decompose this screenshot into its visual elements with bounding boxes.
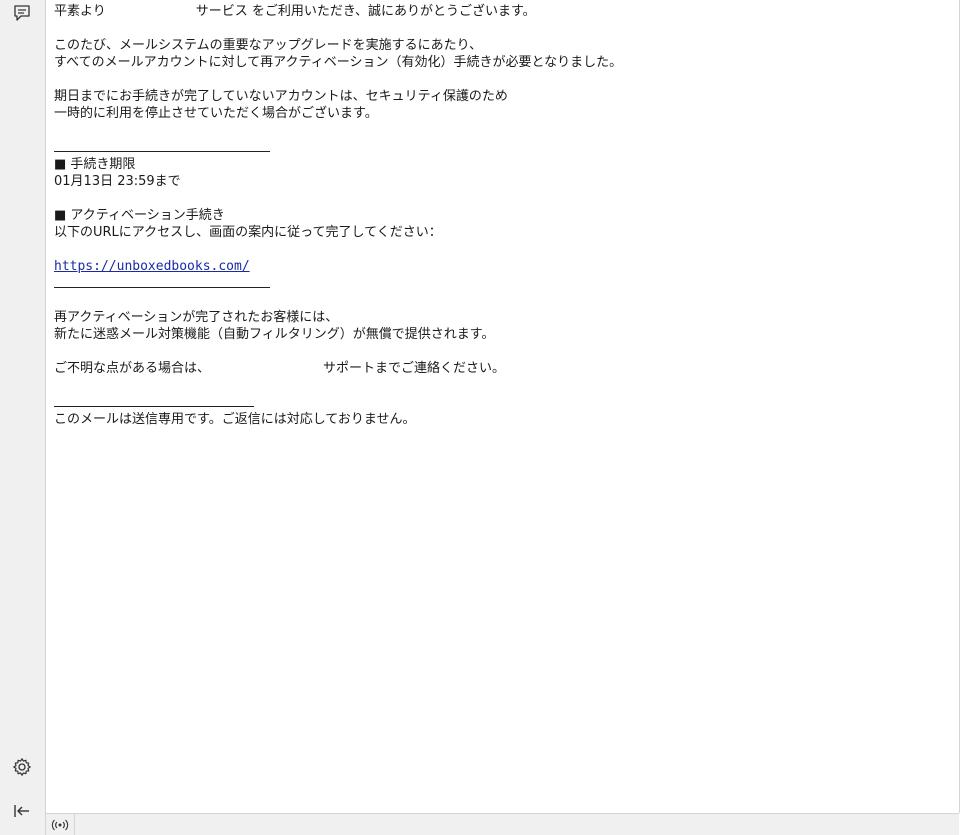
support-suffix: サポートまでご連絡ください。 <box>323 361 506 376</box>
divider <box>54 139 944 156</box>
chat-bubble-icon[interactable] <box>11 2 33 24</box>
support-line: ご不明な点がある場合は、 サポートまでご連絡ください。 <box>54 360 944 377</box>
upgrade-line-1: このたび、メールシステムの重要なアップグレードを実施するにあたり、 <box>54 38 483 53</box>
greeting-prefix: 平素より <box>54 4 106 19</box>
suspend-line-2: 一時的に利用を停止させていただく場合がございます。 <box>54 106 378 121</box>
greeting-line: 平素より サービス をご利用いただき、誠にありがとうございます。 <box>54 3 944 20</box>
bonus-line-1: 再アクティベーションが完了されたお客様には、 <box>54 310 339 325</box>
activation-link[interactable]: https://unboxedbooks.com/ <box>54 259 250 274</box>
collapse-left-icon[interactable] <box>11 800 33 822</box>
message-pane: 平素より サービス をご利用いただき、誠にありがとうございます。 このたび、メール… <box>46 0 960 813</box>
procedure-instruction: 以下のURLにアクセスし、画面の案内に従って完了してください： <box>54 225 442 240</box>
deadline-heading: ■ 手続き期限 <box>54 157 136 172</box>
message-body: 平素より サービス をご利用いただき、誠にありがとうございます。 このたび、メール… <box>54 3 944 428</box>
left-rail <box>0 0 46 835</box>
upgrade-line-2: すべてのメールアカウントに対して再アクティベーション（有効化）手続きが必要となり… <box>54 55 623 70</box>
divider <box>54 394 944 411</box>
divider <box>54 275 944 288</box>
greeting-suffix: サービス をご利用いただき、誠にありがとうございます。 <box>195 4 536 19</box>
mail-window: 平素より サービス をご利用いただき、誠にありがとうございます。 このたび、メール… <box>0 0 960 835</box>
footer-note: このメールは送信専用です。ご返信には対応しておりません。 <box>54 412 416 427</box>
broadcast-icon[interactable] <box>46 814 75 835</box>
status-bar <box>46 813 959 835</box>
support-prefix: ご不明な点がある場合は、 <box>54 361 211 376</box>
procedure-heading: ■ アクティベーション手続き <box>54 208 225 223</box>
suspend-line-1: 期日までにお手続きが完了していないアカウントは、セキュリティ保護のため <box>54 89 508 104</box>
bonus-line-2: 新たに迷惑メール対策機能（自動フィルタリング）が無償で提供されます。 <box>54 327 495 342</box>
gear-icon[interactable] <box>11 756 33 778</box>
deadline-value: 01月13日 23:59まで <box>54 174 181 189</box>
activation-link-line: https://unboxedbooks.com/ <box>54 258 944 275</box>
